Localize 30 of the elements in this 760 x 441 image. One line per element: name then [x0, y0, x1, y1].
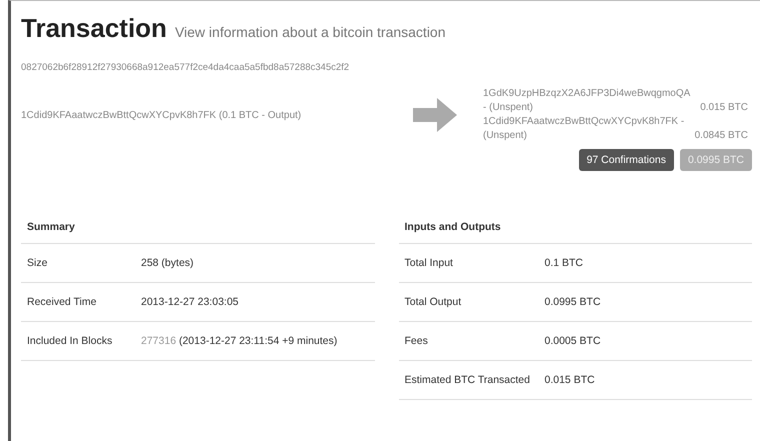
row-value: 0.015 BTC — [544, 373, 596, 388]
arrow-icon — [413, 98, 457, 132]
badge: 97 Confirmations — [578, 149, 674, 171]
row-value: 2013-12-27 23:03:05 — [141, 295, 240, 310]
row-label: Size — [27, 256, 48, 271]
row-value: 0.0005 BTC — [544, 334, 602, 349]
row-label: Included In Blocks — [27, 334, 114, 349]
row-label: Estimated BTC Transacted — [404, 373, 531, 388]
row-label: Fees — [404, 334, 429, 349]
block-link[interactable]: 277316 — [141, 335, 176, 347]
output-status: - (Unspent) — [483, 101, 534, 115]
row-value: 258 (bytes) — [141, 256, 195, 271]
page-title: Transaction — [21, 13, 167, 44]
output-address: 1Cdid9KFAaatwczBwBttQcwXYCpvK8h7FK - — [483, 115, 686, 129]
section-title: Inputs and Outputs — [398, 209, 752, 244]
row-label: Received Time — [27, 295, 98, 310]
transaction-hash: 0827062b6f28912f27930668a912ea577f2ce4da4caa5a5fbd8a57288c345c2f2 — [21, 62, 350, 73]
page-subtitle: View information about a bitcoin transaction — [174, 24, 446, 40]
output-address: 1GdK9UzpHBzqzX2A6JFP3Di4weBwqgmoQA — [483, 87, 692, 101]
badge: 0.0995 BTC — [680, 149, 752, 171]
summary-title: Summary — [21, 209, 374, 244]
input-address: 1Cdid9KFAaatwczBwBttQcwXYCpvK8h7FK (0.1 BTC - Output) — [21, 110, 302, 120]
row-value: 0.1 BTC — [544, 256, 584, 271]
row-value: 277316 (2013-12-27 23:11:54 +9 minutes) — [141, 334, 338, 349]
output-amount: 0.015 BTC — [700, 101, 748, 115]
row-value: 0.0995 BTC — [544, 295, 602, 310]
row-label: Total Output — [404, 295, 462, 310]
row-label: Total Input — [404, 256, 454, 271]
output-status: (Unspent) — [483, 129, 527, 143]
output-amount: 0.0845 BTC — [694, 129, 748, 143]
